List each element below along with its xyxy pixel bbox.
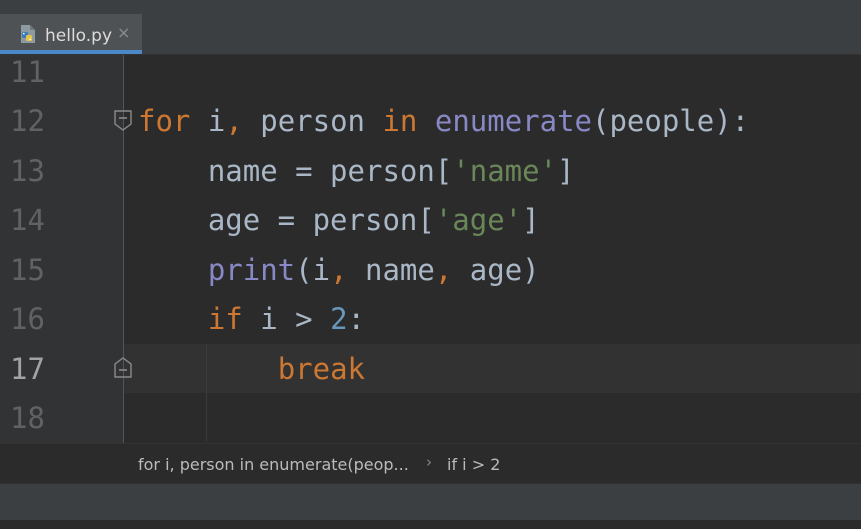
line-number: 14 [10,203,45,237]
builtin-function: enumerate [434,104,592,138]
editor-tab-bar: hello.py × [0,14,861,55]
line-number: 13 [10,154,45,188]
code-token: ] [522,203,540,237]
bottom-edge [0,520,861,529]
code-token: person [242,104,383,138]
code-token: : [347,302,366,336]
line-number: 16 [10,302,45,336]
python-file-icon [18,24,38,44]
code-token: age) [452,253,540,287]
breadcrumb-separator: › [426,453,432,471]
code-token: (people): [592,104,750,138]
code-token: name [347,253,435,287]
line-number: 11 [10,55,45,89]
tab-label: hello.py [45,26,113,46]
title-strip [0,0,861,15]
string-literal: 'age' [434,203,523,237]
code-token: age = person[ [207,203,435,237]
code-line-14[interactable]: age = person['age'] [138,196,540,246]
keyword: for [138,104,191,138]
code-token: ] [557,154,575,188]
code-line-17[interactable]: break [138,345,365,395]
keyword: in [382,104,418,138]
line-number-current: 17 [10,352,45,386]
string-literal: 'name' [452,154,558,188]
line-number: 15 [10,253,45,287]
line-number: 12 [10,104,45,138]
fold-end-icon[interactable] [113,356,133,378]
code-token: , [330,253,348,287]
builtin-function: print [207,253,296,287]
ide-window: hello.py × 11 12 13 14 15 16 17 18 for i… [0,0,861,529]
close-icon[interactable]: × [117,23,130,42]
code-token: name = person[ [207,154,453,188]
code-token: , [434,253,453,287]
keyword: if [207,302,243,336]
code-line-13[interactable]: name = person['name'] [138,147,575,197]
number-literal: 2 [330,302,348,336]
code-token: i > [242,302,331,336]
code-line-15[interactable]: print(i, name, age) [138,246,540,296]
breadcrumb-item-if[interactable]: if i > 2 [447,455,500,474]
code-token: (i [295,253,331,287]
breadcrumb-item-for-loop[interactable]: for i, person in enumerate(peop... [138,455,409,474]
code-line-12[interactable]: for i, person in enumerate(people): [138,97,749,147]
fold-open-icon[interactable] [113,110,133,132]
line-number: 18 [10,401,45,435]
breadcrumb: for i, person in enumerate(peop... › if … [0,443,861,484]
code-line-16[interactable]: if i > 2: [138,295,365,345]
code-token: , [225,104,243,138]
code-token: i [190,104,226,138]
keyword: break [277,352,365,386]
